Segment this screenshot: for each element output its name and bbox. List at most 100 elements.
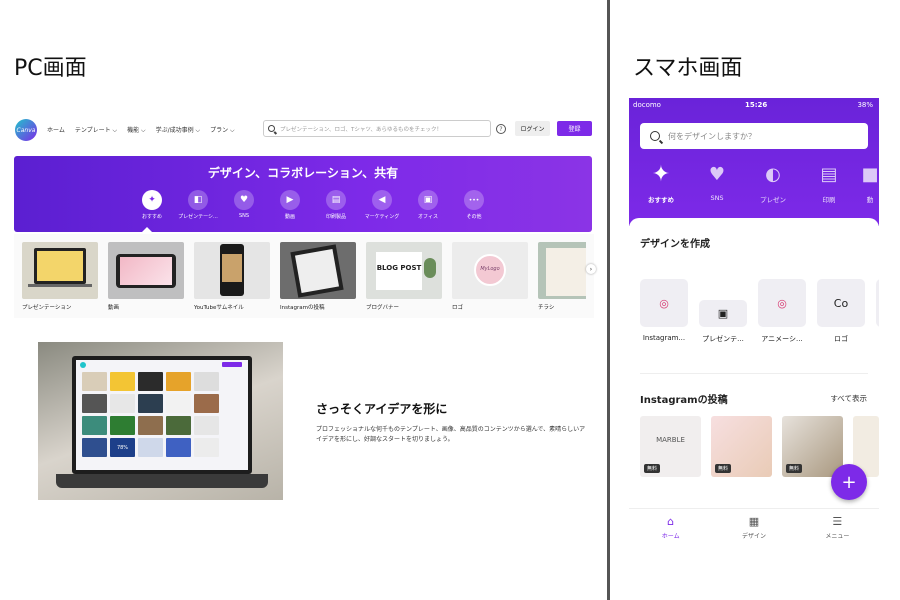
category-label: マーケティング xyxy=(364,214,400,220)
template-logo[interactable]: MyLogo ロゴ xyxy=(452,242,528,311)
category-label: 動画 xyxy=(284,214,295,220)
pc-main-menu: ホーム テンプレート ⌵ 機能 ⌵ 学ぶ/成功事例 ⌵ プラン ⌵ xyxy=(47,125,235,135)
category-video[interactable]: ▶ 動画 xyxy=(270,190,310,220)
sp-category-presentation[interactable]: ◐ プレゼン xyxy=(745,162,801,205)
instagram-post-template[interactable]: 無料 xyxy=(711,416,772,477)
category-presentation[interactable]: ◧ プレゼンテーシ... xyxy=(178,190,218,220)
sp-category-row: ✦ おすすめ ♥ SNS ◐ プレゼン ▤ 印刷 ■ 動 xyxy=(633,161,879,205)
promo-laptop-image: 78% xyxy=(38,342,283,500)
instagram-post-template[interactable]: 無料 xyxy=(782,416,843,477)
menu-icon: ☰ xyxy=(832,515,843,528)
create-presentation[interactable]: ▣ プレゼンテ... xyxy=(699,279,747,344)
template-thumbnail: MyLogo xyxy=(452,242,528,299)
template-flyer[interactable]: チラシ xyxy=(538,242,586,311)
template-youtube-thumbnail[interactable]: YouTubeサムネイル xyxy=(194,242,270,311)
laptop-stat: 78% xyxy=(110,438,135,457)
create-logo[interactable]: Co ロゴ xyxy=(817,279,865,344)
blog-post-text: BLOG POST xyxy=(376,264,422,272)
sp-search-input[interactable]: 何をデザインしますか？ xyxy=(640,123,868,149)
menu-item-features[interactable]: 機能 ⌵ xyxy=(127,125,145,135)
logo-co-icon: Co xyxy=(817,279,865,327)
tab-menu[interactable]: ☰ メニュー xyxy=(796,509,879,545)
more-icon: ••• xyxy=(464,190,484,210)
video-icon: ▶ xyxy=(280,190,300,210)
smartphone-screenshot: docomo 15:26 38% 何をデザインしますか？ ✦ おすすめ ♥ SN… xyxy=(629,98,879,545)
template-label: Instagramの投稿 xyxy=(280,305,325,311)
pc-search-input[interactable]: プレゼンテーション、ロゴ、Tシャツ、あらゆるものをチェック！ xyxy=(263,120,491,137)
pc-screenshot: Canva ホーム テンプレート ⌵ 機能 ⌵ 学ぶ/成功事例 ⌵ プラン ⌵ … xyxy=(14,112,596,512)
template-label: 動画 xyxy=(108,305,120,311)
instagram-icon: ◎ xyxy=(640,279,688,327)
menu-item-plans[interactable]: プラン ⌵ xyxy=(210,125,234,135)
sp-category-video[interactable]: ■ 動 xyxy=(857,162,879,205)
sparkle-icon: ✦ xyxy=(142,190,162,210)
tab-home[interactable]: ⌂ ホーム xyxy=(629,509,712,545)
pc-section-label: PC画面 xyxy=(14,56,87,81)
hero-title: デザイン、コラボレーション、共有 xyxy=(207,166,399,180)
template-label: ブログバナー xyxy=(366,305,400,311)
template-blog-banner[interactable]: BLOG POST ブログバナー xyxy=(366,242,442,311)
menu-item-templates[interactable]: テンプレート ⌵ xyxy=(75,125,117,135)
template-instagram-post[interactable]: Instagramの投稿 xyxy=(280,242,356,311)
category-marketing[interactable]: ◀ マーケティング xyxy=(362,190,402,220)
section-divider xyxy=(640,373,868,374)
status-bar: docomo 15:26 38% xyxy=(633,101,875,111)
template-label: プレゼンテーション xyxy=(22,305,72,311)
create-animation[interactable]: ◎ アニメーシ... xyxy=(758,279,806,344)
instagram-icon: ◎ xyxy=(758,279,806,327)
template-label: チラシ xyxy=(538,305,555,311)
template-thumbnail xyxy=(22,242,98,299)
search-icon xyxy=(268,125,275,132)
category-label: オフィス xyxy=(418,214,438,220)
create-instagram[interactable]: ◎ Instagram... xyxy=(640,279,688,342)
template-thumbnail xyxy=(108,242,184,299)
sparkle-icon: ✦ xyxy=(651,161,671,187)
menu-item-home[interactable]: ホーム xyxy=(47,125,65,135)
logo-sample-text: MyLogo xyxy=(480,266,500,272)
template-presentation[interactable]: プレゼンテーション xyxy=(22,242,98,311)
tab-label: ホーム xyxy=(661,533,680,540)
pc-hero-banner: デザイン、コラボレーション、共有 ✦ おすすめ ◧ プレゼンテーシ... ♥ S… xyxy=(14,156,592,232)
category-label: SNS xyxy=(238,213,250,219)
free-badge: 無料 xyxy=(644,464,661,473)
sp-header: docomo 15:26 38% 何をデザインしますか？ ✦ おすすめ ♥ SN… xyxy=(629,98,879,226)
carrier-label: docomo xyxy=(633,101,661,109)
category-label: おすすめ xyxy=(648,196,674,204)
see-all-link[interactable]: すべて表示 xyxy=(830,393,867,404)
section-divider xyxy=(607,0,610,600)
category-sns[interactable]: ♥ SNS xyxy=(224,190,264,220)
login-button[interactable]: ログイン xyxy=(515,121,550,136)
sp-category-print[interactable]: ▤ 印刷 xyxy=(801,162,857,205)
tab-design[interactable]: ▦ デザイン xyxy=(712,509,795,545)
category-office[interactable]: ▣ オフィス xyxy=(408,190,448,220)
create-design-title: デザインを作成 xyxy=(640,239,710,250)
template-video[interactable]: 動画 xyxy=(108,242,184,311)
tab-label: メニュー xyxy=(825,533,850,540)
category-label: SNS xyxy=(710,194,724,202)
search-placeholder: 何をデザインしますか？ xyxy=(668,131,756,141)
presentation-icon: ▣ xyxy=(699,300,747,327)
chevron-right-icon[interactable]: › xyxy=(586,264,596,274)
status-time: 15:26 xyxy=(745,101,768,109)
grid-icon: ▦ xyxy=(748,515,760,528)
category-recommended[interactable]: ✦ おすすめ xyxy=(132,190,172,220)
create-label: ロゴ xyxy=(834,335,848,343)
menu-item-learn[interactable]: 学ぶ/成功事例 ⌵ xyxy=(156,125,200,135)
presentation-icon: ◐ xyxy=(765,163,781,185)
category-more[interactable]: ••• その他 xyxy=(454,190,494,220)
register-button[interactable]: 登録 xyxy=(557,121,592,136)
category-print[interactable]: ▤ 印刷製品 xyxy=(316,190,356,220)
heart-chat-icon: ♥ xyxy=(234,190,254,210)
sp-category-recommended[interactable]: ✦ おすすめ xyxy=(633,161,689,205)
briefcase-icon: ▣ xyxy=(418,190,438,210)
instagram-post-template[interactable]: MARBLE 無料 xyxy=(640,416,701,477)
create-fab-button[interactable]: + xyxy=(831,464,867,500)
sp-category-sns[interactable]: ♥ SNS xyxy=(689,162,745,204)
post-text: MARBLE xyxy=(656,436,685,444)
instagram-posts-title: Instagramの投稿 xyxy=(640,395,728,406)
search-icon xyxy=(650,131,660,141)
promo-description: プロフェッショナルな何千ものテンプレート、画像、高品質のコンテンツから選んで、素… xyxy=(316,426,586,443)
help-icon[interactable]: ? xyxy=(496,124,506,134)
free-badge: 無料 xyxy=(786,464,803,473)
canva-logo[interactable]: Canva xyxy=(15,119,37,141)
